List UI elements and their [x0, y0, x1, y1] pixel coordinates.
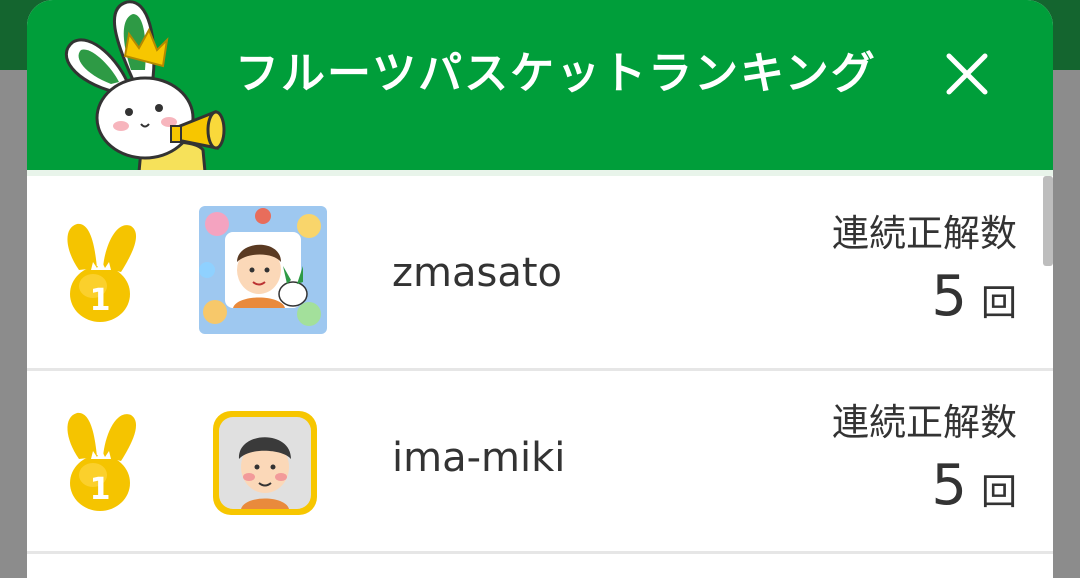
page-title: フルーツパスケットランキング	[235, 48, 877, 99]
stat-value: 5	[931, 453, 967, 518]
avatar-man-icon[interactable]	[197, 397, 329, 529]
ranking-row[interactable]: 1 zmasato 連続正解数 5 回	[27, 176, 1053, 371]
modal-header: フルーツパスケットランキング	[27, 0, 1053, 172]
stat-value: 5	[931, 264, 967, 329]
scrollbar[interactable]	[1043, 176, 1053, 266]
ranking-row[interactable]: 1 ima-miki 連続正解数 5回	[27, 371, 1053, 554]
username: zmasato	[392, 250, 562, 296]
ranking-modal: フルーツパスケットランキング 1 zmasato 連続正解数 5 回 1 ima…	[27, 0, 1053, 578]
username: ima-miki	[392, 435, 566, 481]
stat-count: 5回	[931, 451, 1017, 521]
stat-unit: 回	[980, 283, 1017, 324]
rank-number: 1	[90, 283, 111, 318]
rabbit-mascot-megaphone-icon	[65, 0, 226, 172]
stat-label: 連続正解数	[832, 212, 1017, 255]
gold-rabbit-medal-icon: 1	[67, 223, 137, 322]
stat-label: 連続正解数	[832, 401, 1017, 444]
stat-unit: 回	[980, 472, 1017, 513]
close-icon[interactable]	[939, 46, 995, 102]
stat-count: 5回	[931, 262, 1017, 332]
rank-number: 1	[90, 472, 111, 507]
gold-rabbit-medal-icon: 1	[67, 412, 137, 511]
ranking-row[interactable]	[27, 554, 1053, 578]
ranking-list[interactable]: 1 zmasato 連続正解数 5 回 1 ima-miki 連続正解数 5 回	[27, 176, 1053, 578]
avatar-collage-icon[interactable]	[197, 204, 329, 336]
